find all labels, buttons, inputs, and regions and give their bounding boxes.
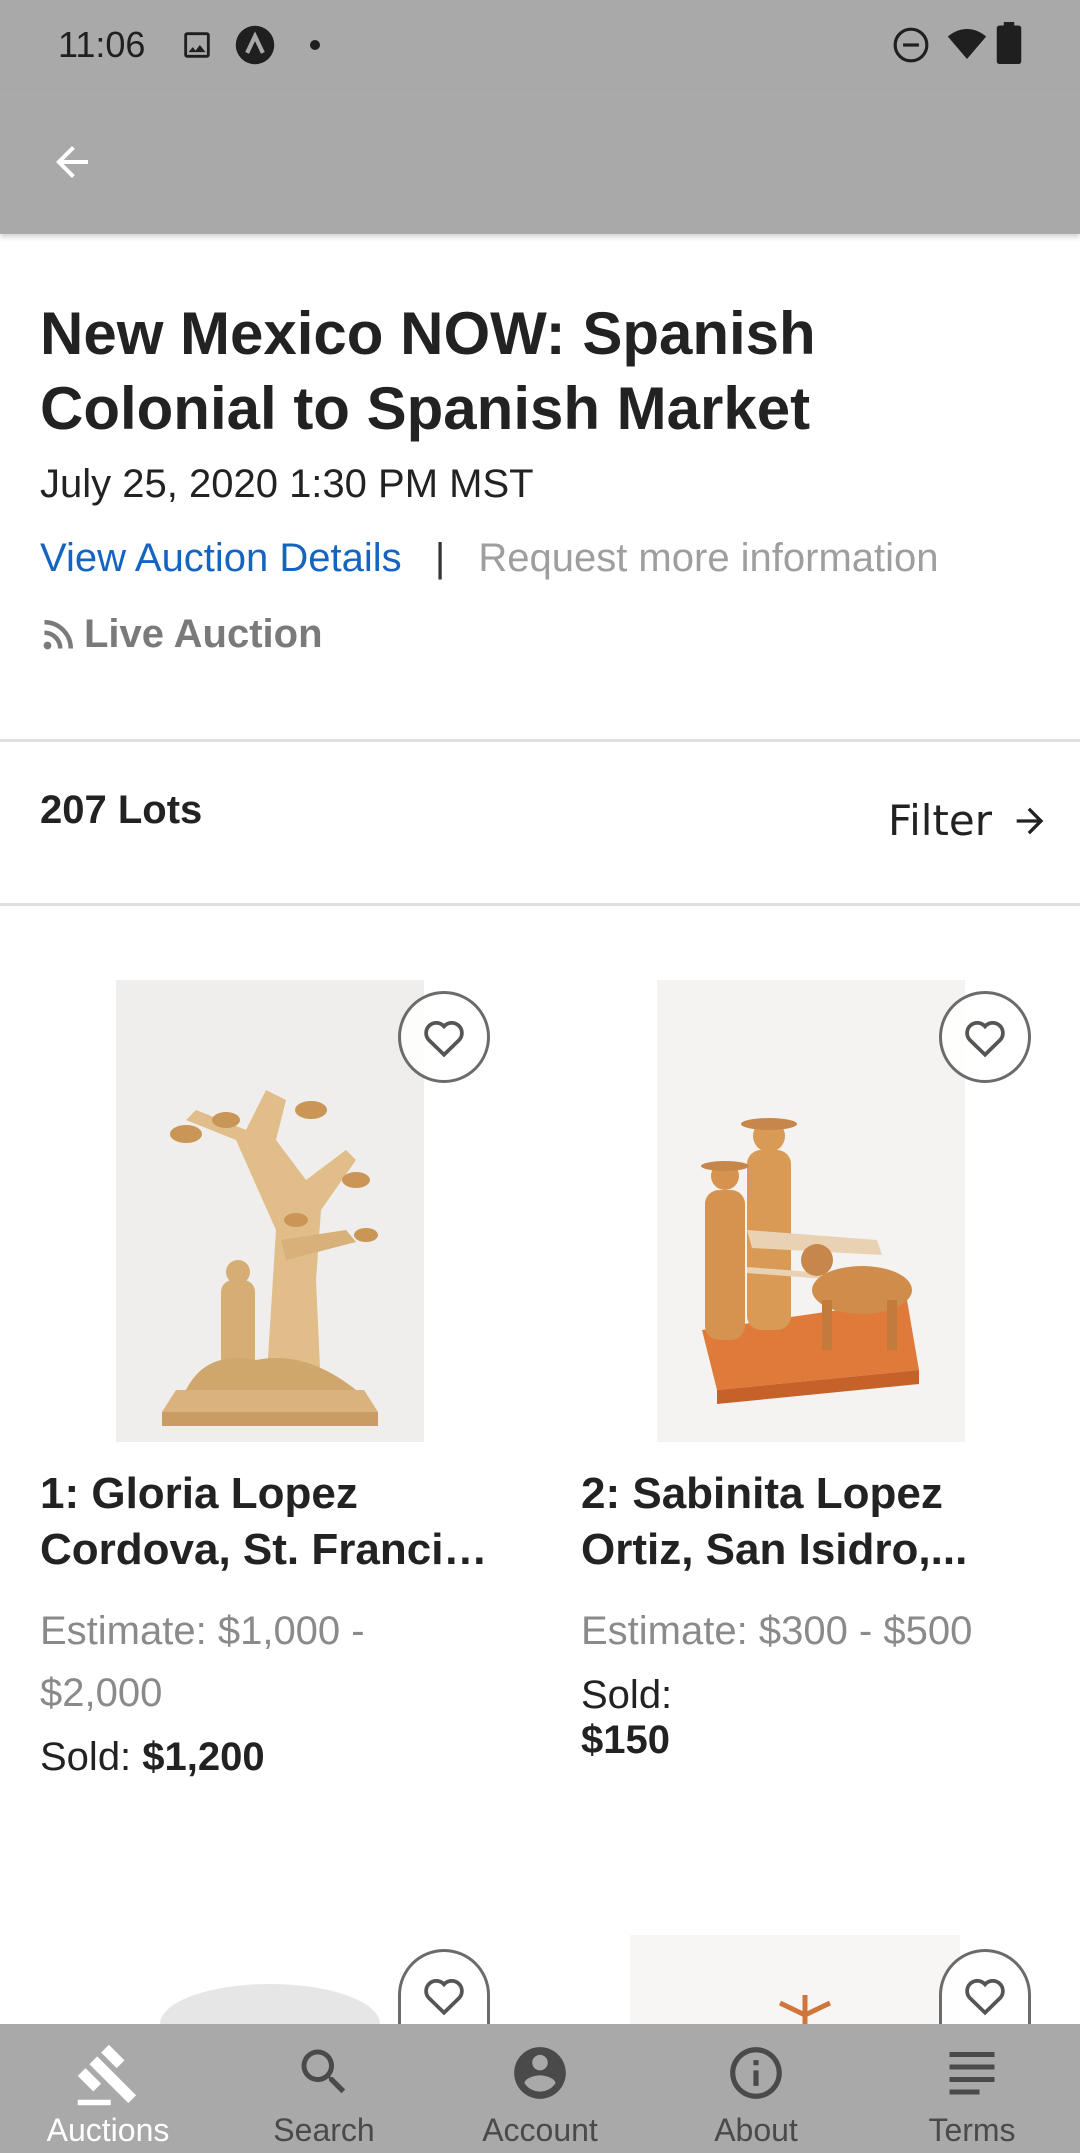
nav-search-label: Search <box>273 2112 375 2148</box>
lot-title-line1: 2: Sabinita Lopez <box>581 1469 943 1518</box>
lot-title[interactable]: 1: Gloria Lopez Cordova, St. Francis... <box>40 1466 500 1578</box>
nav-account[interactable]: Account <box>432 2024 648 2153</box>
auction-links: View Auction Details | Request more info… <box>40 536 939 581</box>
request-more-information-link[interactable]: Request more information <box>478 536 938 580</box>
lot-estimate-line1: Estimate: $300 - $500 <box>581 1609 973 1653</box>
lot-estimate: Estimate: $1,000 - $2,000 <box>40 1600 500 1724</box>
lot-sold: Sold: $1,200 <box>40 1735 265 1780</box>
live-auction-label: Live Auction <box>40 612 323 657</box>
lot-title-line2: Ortiz, San Isidro,... <box>581 1525 968 1574</box>
lot-estimate-line1: Estimate: $1,000 - <box>40 1609 365 1653</box>
terms-icon <box>949 2052 995 2095</box>
lot-title[interactable]: 2: Sabinita Lopez Ortiz, San Isidro,... <box>581 1466 1041 1578</box>
account-icon <box>514 2047 566 2099</box>
lots-count: 207 Lots <box>40 788 203 832</box>
heart-outline-icon <box>424 1979 464 2016</box>
sold-label: Sold: <box>581 1673 673 1717</box>
link-separator: | <box>434 536 446 580</box>
auction-title-line2: Colonial to Spanish Market <box>40 375 811 442</box>
info-icon <box>730 2047 782 2099</box>
bottom-navigation: Auctions Search Account About Terms <box>0 2024 1080 2153</box>
filter-button[interactable]: Filter <box>888 796 1050 845</box>
sold-label: Sold: <box>40 1735 132 1779</box>
lot-image-partial[interactable] <box>630 1935 960 2024</box>
filter-label: Filter <box>887 796 992 845</box>
nav-auctions[interactable]: Auctions <box>0 2024 216 2153</box>
battery-icon <box>996 22 1022 69</box>
lot-image[interactable] <box>116 980 424 1442</box>
favorite-button[interactable] <box>398 991 490 1083</box>
status-time: 11:06 <box>58 24 146 65</box>
auction-title-line1: New Mexico NOW: Spanish <box>40 300 816 367</box>
arrow-back-icon <box>56 146 88 178</box>
nav-auctions-label: Auctions <box>46 2112 170 2148</box>
favorite-button[interactable] <box>398 1949 490 2024</box>
lot-image-partial[interactable] <box>116 1940 424 2024</box>
image-notification-icon <box>180 28 214 67</box>
nav-terms[interactable]: Terms <box>864 2024 1080 2153</box>
nav-search[interactable]: Search <box>216 2024 432 2153</box>
divider <box>0 903 1080 906</box>
app-bar <box>0 90 1080 234</box>
nav-about[interactable]: About <box>648 2024 864 2153</box>
search-icon <box>301 2049 346 2094</box>
wifi-icon <box>946 24 988 69</box>
lot-title-line2: Cordova, St. Francis... <box>40 1525 500 1574</box>
gavel-icon <box>77 2044 137 2106</box>
do-not-disturb-icon <box>892 26 930 69</box>
lot-sold: Sold: $150 <box>581 1673 672 1763</box>
auction-title: New Mexico NOW: Spanish Colonial to Span… <box>40 296 920 446</box>
lot-estimate: Estimate: $300 - $500 <box>581 1600 1041 1662</box>
auction-date: July 25, 2020 1:30 PM MST <box>40 462 534 506</box>
heart-outline-icon <box>965 1021 1005 1058</box>
lot-title-line1: 1: Gloria Lopez <box>40 1469 358 1518</box>
nav-account-label: Account <box>482 2112 598 2148</box>
status-bar: 11:06 <box>0 0 1080 90</box>
rss-feed-icon <box>43 619 73 649</box>
sold-price: $150 <box>581 1718 670 1762</box>
heart-outline-icon <box>965 1979 1005 2016</box>
heart-outline-icon <box>424 1021 464 1058</box>
arrow-forward-icon <box>1016 807 1044 834</box>
lot-estimate-line2: $2,000 <box>40 1671 163 1715</box>
nav-terms-label: Terms <box>928 2112 1016 2148</box>
dot-icon <box>308 38 322 57</box>
divider <box>0 739 1080 742</box>
sold-price: $1,200 <box>142 1735 265 1779</box>
favorite-button[interactable] <box>939 1949 1031 2024</box>
app-notification-icon <box>234 24 276 71</box>
lot-image[interactable] <box>657 980 965 1442</box>
favorite-button[interactable] <box>939 991 1031 1083</box>
nav-about-label: About <box>714 2112 798 2148</box>
back-button[interactable] <box>36 126 108 198</box>
live-auction-text: Live Auction <box>84 612 323 656</box>
view-auction-details-link[interactable]: View Auction Details <box>40 536 402 580</box>
